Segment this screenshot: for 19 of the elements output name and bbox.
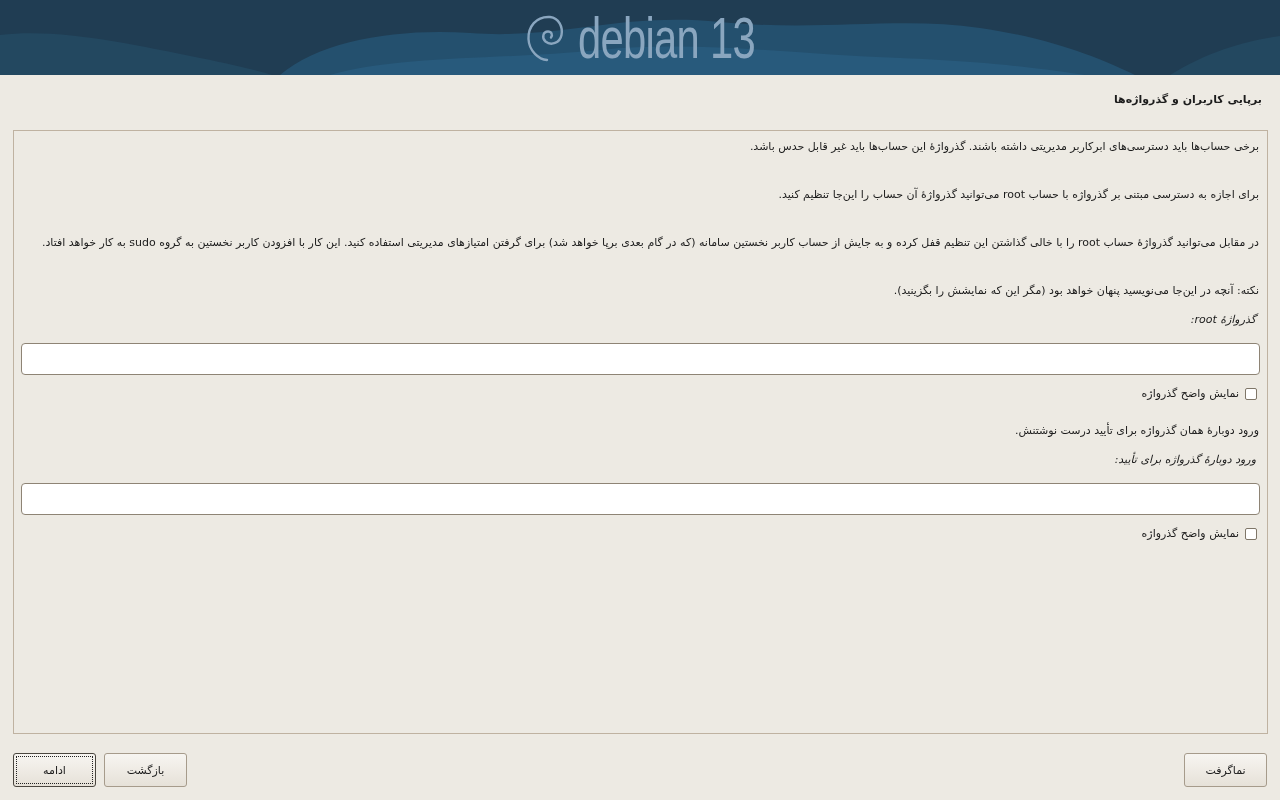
footer-button[interactable]: ادامه bbox=[13, 753, 96, 787]
checkbox[interactable] bbox=[1245, 388, 1257, 400]
description-text: برای اجازه به دسترسی مبتنی بر گذرواژه با حساب root می‌توانید گذرواژهٔ آن حساب را این‌جا تنظیم کنید. bbox=[777, 186, 1260, 203]
checkbox-label[interactable]: نمایش واضح گذرواژه bbox=[1141, 382, 1239, 406]
description-text: در مقابل می‌توانید گذرواژهٔ حساب root را با خالی گذاشتن این تنظیم قفل کرده و به جایش از حساب کاربر نخستین سامانه (که در گام بعدی برپا خواهد شد) برای گرفتن امتیازهای مدیریتی استفاده کنید. این کار با افزودن کاربر نخستین به گروه sudo به کار خواهد افتاد. bbox=[40, 235, 1260, 251]
password-field[interactable] bbox=[21, 343, 1260, 375]
footer-button[interactable]: بازگشت bbox=[104, 753, 187, 787]
page-title: برپایی کاربران و گذرواژه‌ها bbox=[1112, 92, 1262, 108]
description-text: ورود دوبارهٔ همان گذرواژه برای تأیید درست نوشتنش. bbox=[1013, 421, 1260, 439]
footer-button[interactable]: نماگرفت bbox=[1184, 753, 1267, 787]
checkbox-label[interactable]: نمایش واضح گذرواژه bbox=[1141, 522, 1239, 546]
password-field[interactable] bbox=[21, 483, 1260, 515]
description-text: نکته: آنچه در این‌جا می‌نویسید پنهان خواهد بود (مگر این که نمایشش را بگزینید). bbox=[892, 282, 1260, 299]
description-text: برخی حساب‌ها باید دسترسی‌های ابرکاربر مدیریتی داشته باشند. گذرواژهٔ این حساب‌ها باید غیر قابل حدس باشد. bbox=[748, 139, 1260, 155]
swirl-icon bbox=[526, 13, 565, 62]
field-label: ورود دوبارهٔ گذرواژه برای تأیید: bbox=[1113, 451, 1257, 468]
checkbox[interactable] bbox=[1245, 528, 1257, 540]
field-label: گذرواژهٔ root: bbox=[21, 308, 1260, 332]
logo-text: debian 13 bbox=[578, 8, 756, 67]
